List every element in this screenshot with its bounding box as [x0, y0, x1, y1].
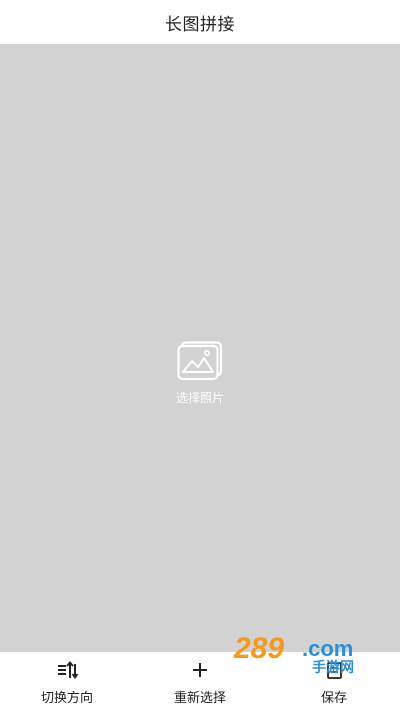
select-photo-button[interactable]: 选择照片 [150, 341, 250, 411]
image-icon [177, 341, 223, 381]
watermark-com: .com [302, 636, 353, 661]
page-title: 长图拼接 [165, 14, 235, 35]
switch-direction-icon [58, 661, 78, 680]
reselect-label: 重新选择 [173, 691, 226, 706]
switch-direction-label: 切换方向 [40, 691, 93, 706]
stitch-canvas: 选择照片 [0, 44, 400, 652]
select-photo-label: 选择照片 [175, 391, 224, 405]
save-label: 保存 [320, 691, 347, 706]
title-bar: 长图拼接 [0, 0, 400, 44]
plus-icon [193, 663, 207, 677]
watermark-main: 289 [233, 632, 284, 665]
watermark-sub: 手游网 [312, 659, 354, 676]
app-screen: 长图拼接 选择照片 切换方向 重新选择 保存 289 .com 手游网 [0, 0, 400, 711]
switch-direction-button[interactable]: 切换方向 [7, 652, 127, 711]
site-watermark-logo: 289 .com 手游网 [233, 632, 354, 676]
